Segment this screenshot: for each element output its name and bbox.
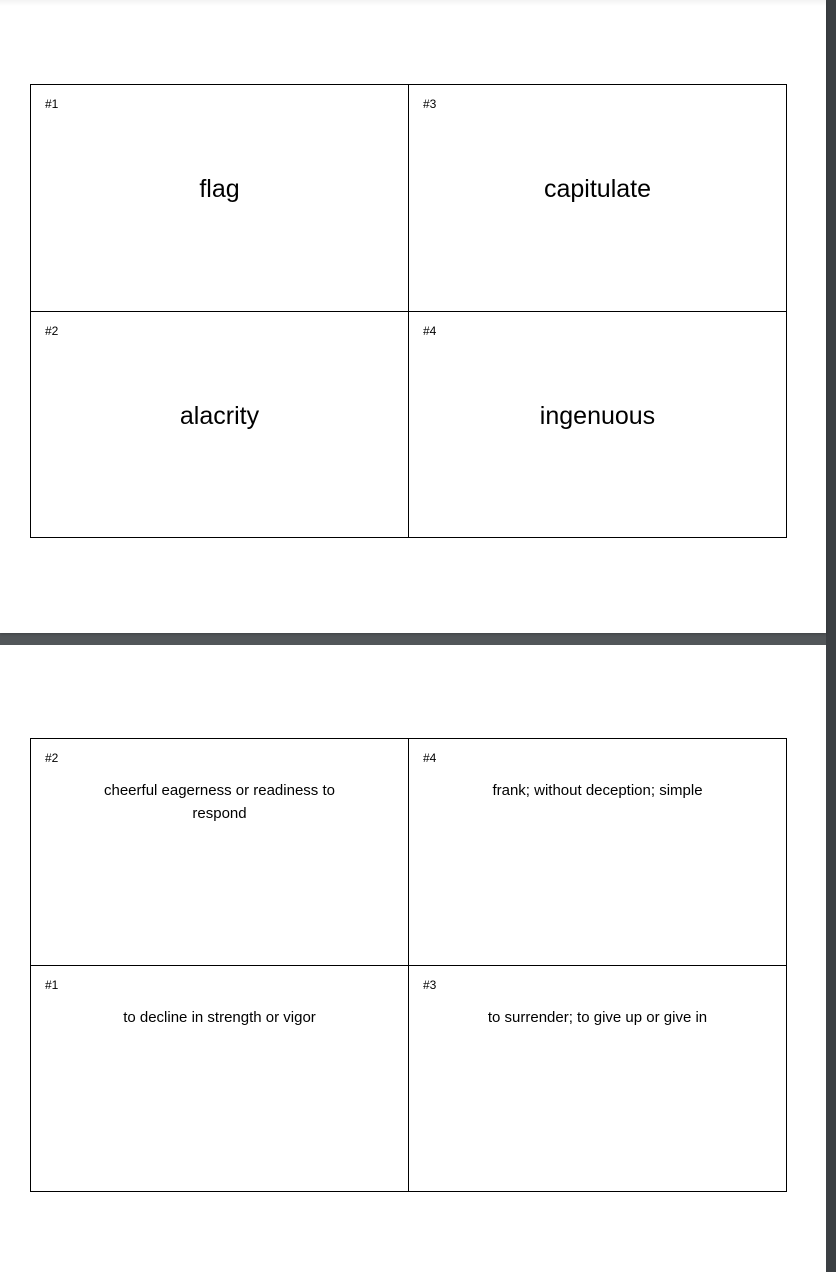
- card-number: #4: [423, 324, 437, 338]
- card-number: #1: [45, 978, 59, 992]
- card-number: #4: [423, 751, 437, 765]
- flashcard-definition-cell: #3 to surrender; to give up or give in: [409, 966, 786, 1191]
- flashcard-term-cell: #3 capitulate: [409, 85, 786, 312]
- card-definition: to decline in strength or vigor: [123, 1009, 316, 1026]
- flashcard-grid: #1 flag #3 capitulate #2 alacrity #4 ing…: [30, 84, 787, 538]
- flashcard-grid: #2 cheerful eagerness or readiness to re…: [30, 738, 787, 1192]
- viewer-scrollbar-track[interactable]: [826, 0, 836, 1272]
- card-definition: frank; without deception; simple: [492, 782, 703, 799]
- flashcard-definition-cell: #1 to decline in strength or vigor: [31, 966, 409, 1191]
- flashcard-term-cell: #1 flag: [31, 85, 409, 312]
- flashcard-page-terms: #1 flag #3 capitulate #2 alacrity #4 ing…: [0, 0, 826, 633]
- flashcard-definition-cell: #2 cheerful eagerness or readiness to re…: [31, 739, 409, 966]
- card-number: #2: [45, 324, 59, 338]
- card-term: alacrity: [179, 402, 260, 430]
- card-number: #3: [423, 978, 437, 992]
- flashcard-term-cell: #4 ingenuous: [409, 312, 786, 537]
- card-term: ingenuous: [539, 402, 656, 430]
- flashcard-page-definitions: #2 cheerful eagerness or readiness to re…: [0, 645, 826, 1272]
- flashcard-definition-cell: #4 frank; without deception; simple: [409, 739, 786, 966]
- card-term: flag: [199, 175, 240, 203]
- card-definition: to surrender; to give up or give in: [487, 1009, 708, 1026]
- flashcard-term-cell: #2 alacrity: [31, 312, 409, 537]
- card-term: capitulate: [543, 175, 652, 203]
- card-number: #3: [423, 97, 437, 111]
- card-number: #1: [45, 97, 59, 111]
- card-number: #2: [45, 751, 59, 765]
- card-definition: cheerful eagerness or readiness to respo…: [104, 782, 335, 822]
